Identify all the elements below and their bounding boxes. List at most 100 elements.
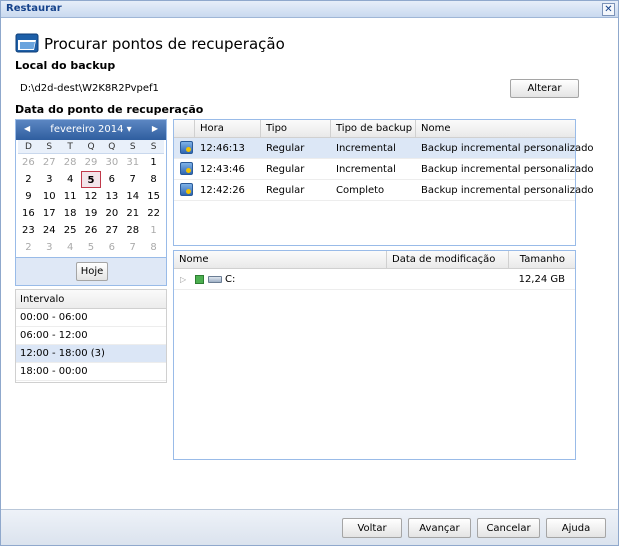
calendar-day[interactable]: 9	[18, 188, 39, 205]
recovery-date-label: Data do ponto de recuperação	[15, 103, 204, 116]
col-type[interactable]: Tipo	[261, 120, 331, 138]
interval-header: Intervalo	[16, 290, 166, 309]
today-button[interactable]: Hoje	[76, 262, 108, 281]
calendar-day[interactable]: 24	[39, 222, 60, 239]
cell-file-name: C:	[225, 274, 236, 285]
calendar-day[interactable]: 13	[101, 188, 122, 205]
backup-location-label: Local do backup	[15, 59, 116, 72]
calendar-day[interactable]: 23	[18, 222, 39, 239]
recovery-points-table: Hora Tipo Tipo de backup Nome 12:46:13 Re…	[173, 119, 594, 246]
calendar-day[interactable]: 27	[39, 154, 60, 171]
cell-time: 12:43:46	[200, 164, 245, 175]
calendar-day[interactable]: 17	[39, 205, 60, 222]
close-icon: ✕	[604, 4, 613, 15]
expand-icon[interactable]: ▷	[180, 269, 186, 290]
weekday-label: S	[143, 140, 164, 154]
next-month-icon[interactable]: ▶	[152, 124, 158, 133]
calendar-day[interactable]: 26	[81, 222, 102, 239]
calendar-day[interactable]: 18	[60, 205, 81, 222]
calendar-days: 26 27 28 29 30 31 1 2 3 4 5 6 7 8 9 10 11 12 13 14 15 16 17 18 1…	[16, 154, 166, 256]
folder-open-icon	[15, 33, 39, 53]
calendar-day[interactable]: 12	[81, 188, 102, 205]
cell-size: 12,24 GB	[518, 274, 565, 285]
files-table-header: Nome Data de modificação Tamanho	[174, 251, 575, 269]
cell-type: Regular	[266, 143, 305, 154]
cell-backup-type: Incremental	[336, 164, 396, 175]
page-title: Procurar pontos de recuperação	[44, 35, 285, 53]
calendar-day[interactable]: 19	[81, 205, 102, 222]
calendar-footer: Hoje	[16, 257, 166, 285]
recovery-point-icon	[180, 141, 193, 154]
calendar-day[interactable]: 28	[122, 222, 143, 239]
cell-backup-type: Completo	[336, 185, 385, 196]
calendar-day[interactable]: 8	[143, 171, 164, 188]
interval-row[interactable]: 00:00 - 06:00	[16, 309, 166, 327]
table-row[interactable]: 12:46:13 Regular Incremental Backup increme…	[174, 138, 594, 159]
calendar-day[interactable]: 3	[39, 239, 60, 256]
col-modified[interactable]: Data de modificação	[387, 251, 509, 269]
calendar-day[interactable]: 28	[60, 154, 81, 171]
calendar-day[interactable]: 14	[122, 188, 143, 205]
calendar-day[interactable]: 8	[143, 239, 164, 256]
files-table: Nome Data de modificação Tamanho ▷ C: 12,2…	[173, 250, 576, 460]
weekday-label: D	[18, 140, 39, 154]
cell-type: Regular	[266, 164, 305, 175]
calendar-day[interactable]: 7	[122, 171, 143, 188]
window-title: Restaurar	[6, 3, 62, 14]
weekday-label: Q	[101, 140, 123, 154]
calendar-day[interactable]: 25	[60, 222, 81, 239]
calendar-day-selected[interactable]: 5	[80, 171, 102, 188]
calendar-day[interactable]: 26	[18, 154, 39, 171]
calendar-month[interactable]: fevereiro 2014 ▾	[16, 124, 166, 135]
recovery-point-icon	[180, 183, 193, 196]
calendar-day[interactable]: 1	[143, 222, 164, 239]
calendar-day[interactable]: 6	[101, 239, 122, 256]
col-name[interactable]: Nome	[416, 120, 575, 138]
col-file-name[interactable]: Nome	[174, 251, 387, 269]
weekday-label: S	[122, 140, 144, 154]
calendar-day[interactable]: 1	[143, 154, 164, 171]
calendar-day[interactable]: 6	[101, 171, 122, 188]
calendar-day[interactable]: 27	[101, 222, 122, 239]
col-backup-type[interactable]: Tipo de backup	[331, 120, 416, 138]
calendar-day[interactable]: 20	[101, 205, 122, 222]
interval-row[interactable]: 18:00 - 00:00	[16, 363, 166, 381]
calendar-day[interactable]: 31	[122, 154, 143, 171]
col-time[interactable]: Hora	[195, 120, 261, 138]
checkbox-icon[interactable]	[195, 275, 204, 284]
calendar-day[interactable]: 4	[60, 239, 81, 256]
calendar-day[interactable]: 2	[18, 171, 39, 188]
calendar-day[interactable]: 21	[122, 205, 143, 222]
change-button[interactable]: Alterar	[510, 79, 579, 98]
calendar-day[interactable]: 11	[60, 188, 81, 205]
calendar-day[interactable]: 5	[81, 239, 102, 256]
calendar-day[interactable]: 29	[81, 154, 102, 171]
file-row[interactable]: ▷ C: 12,24 GB	[174, 269, 575, 290]
cell-modified	[387, 269, 392, 290]
cell-type: Regular	[266, 185, 305, 196]
calendar-day[interactable]: 2	[18, 239, 39, 256]
table-row[interactable]: 12:42:26 Regular Completo Backup incrementa…	[174, 180, 594, 201]
close-button[interactable]: ✕	[602, 3, 615, 16]
restore-window: Restaurar ✕ Procurar pontos de recuperaç…	[0, 0, 619, 546]
cancel-button[interactable]: Cancelar	[477, 518, 540, 538]
calendar-day[interactable]: 7	[122, 239, 143, 256]
interval-row[interactable]: 12:00 - 18:00 (3)	[16, 345, 166, 363]
next-button[interactable]: Avançar	[408, 518, 471, 538]
help-button[interactable]: Ajuda	[546, 518, 606, 538]
calendar-day[interactable]: 30	[101, 154, 122, 171]
interval-row[interactable]: 06:00 - 12:00	[16, 327, 166, 345]
weekday-label: S	[38, 140, 60, 154]
calendar-day[interactable]: 16	[18, 205, 39, 222]
calendar-day[interactable]: 4	[60, 171, 81, 188]
calendar-day[interactable]: 22	[143, 205, 164, 222]
cell-time: 12:46:13	[200, 143, 245, 154]
calendar-day[interactable]: 10	[39, 188, 60, 205]
back-button[interactable]: Voltar	[342, 518, 402, 538]
calendar-day[interactable]: 3	[39, 171, 60, 188]
table-row[interactable]: 12:43:46 Regular Incremental Backup increme…	[174, 159, 594, 180]
calendar-day[interactable]: 15	[143, 188, 164, 205]
col-size[interactable]: Tamanho	[509, 251, 575, 269]
calendar: ◀ fevereiro 2014 ▾ ▶ DSTQQSS 26 27 28 29 30 3…	[15, 119, 167, 286]
calendar-weekdays: DSTQQSS	[16, 140, 166, 154]
